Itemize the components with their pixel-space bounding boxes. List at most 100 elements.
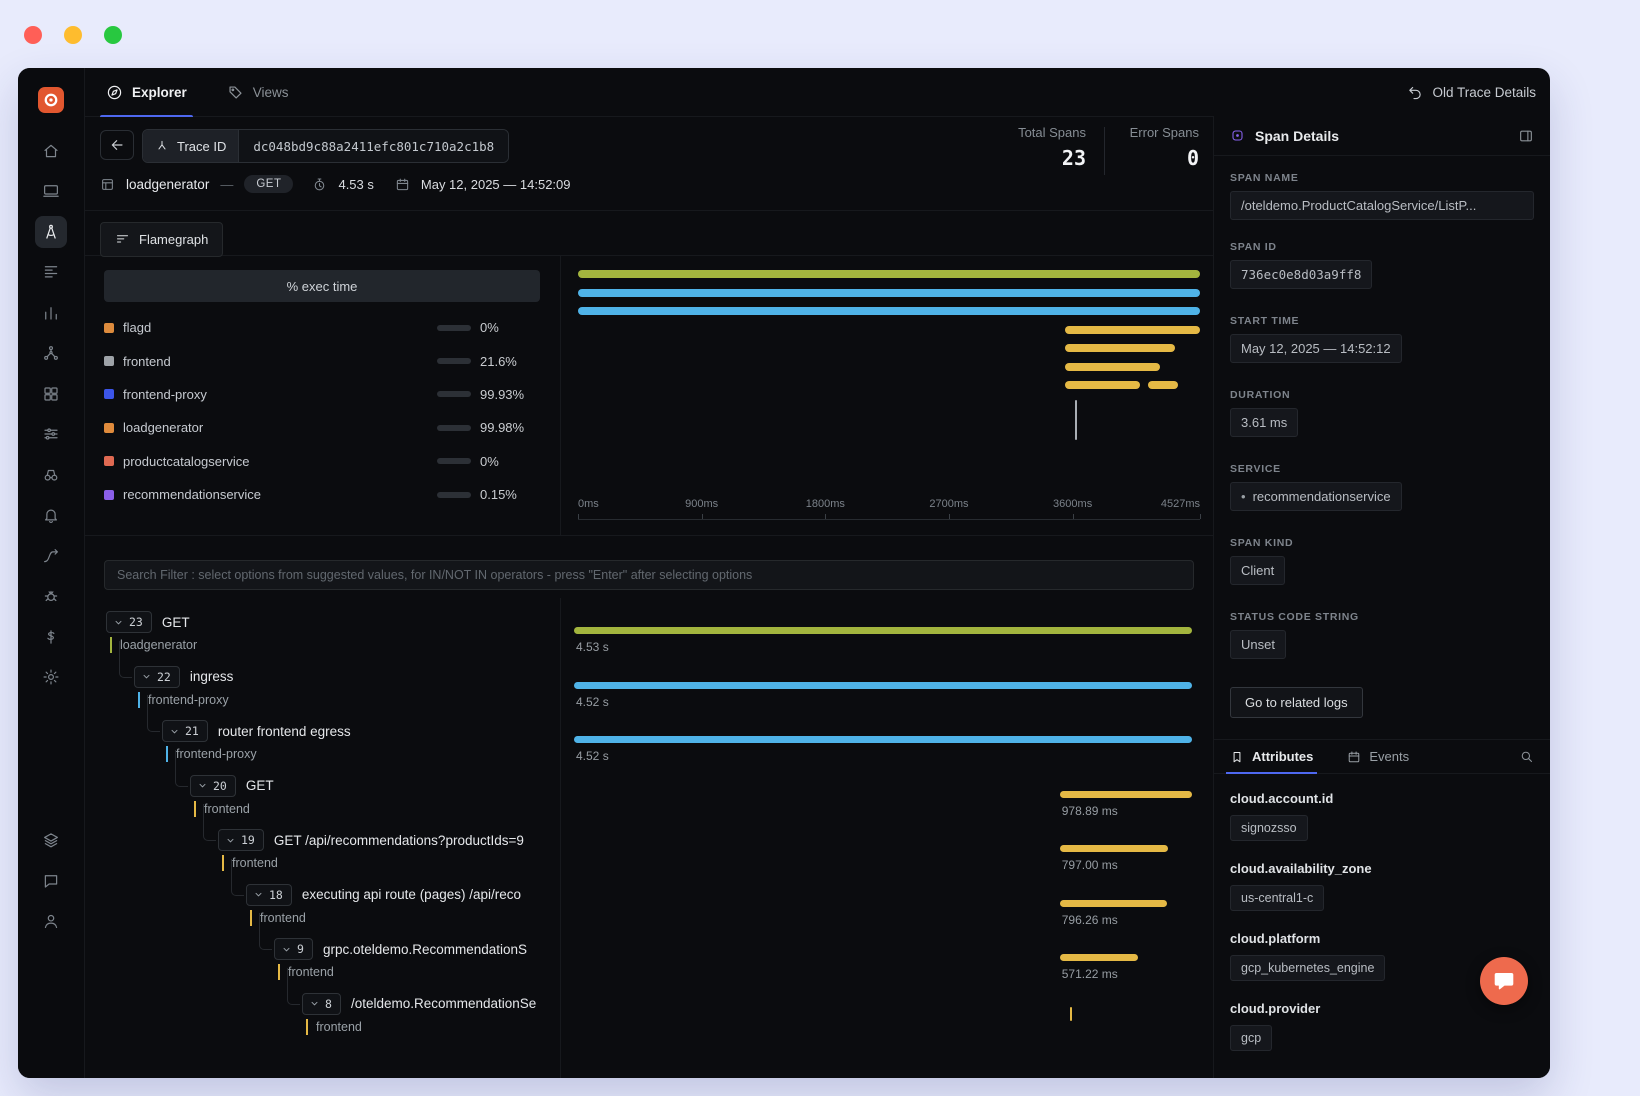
back-button[interactable]	[100, 130, 134, 160]
service-name: recommendationservice	[123, 487, 437, 502]
span-duration-bar[interactable]	[1060, 900, 1168, 907]
chat-launcher-button[interactable]	[1480, 957, 1528, 1005]
attribute-key: cloud.platform	[1230, 931, 1534, 946]
sidebar-item-metrics[interactable]	[35, 297, 67, 329]
span-duration-bar[interactable]	[1060, 954, 1138, 961]
span-expand-chip[interactable]: 19	[218, 829, 264, 851]
span-row[interactable]: 22ingress	[134, 666, 556, 688]
legend-service-recommendationservice[interactable]: recommendationservice0.15%	[104, 478, 540, 511]
span-expand-chip[interactable]: 22	[134, 666, 180, 688]
sidebar-item-account[interactable]	[35, 905, 67, 937]
search-filter-input[interactable]	[105, 568, 1193, 582]
tab-views[interactable]: Views	[227, 68, 289, 116]
exec-time-header: % exec time	[104, 270, 540, 302]
views-icon	[227, 84, 244, 101]
sidebar-item-settings[interactable]	[35, 661, 67, 693]
sidebar-item-infra-monitoring[interactable]	[35, 459, 67, 491]
flamegraph-canvas[interactable]	[578, 256, 1200, 496]
sidebar-item-logs[interactable]	[35, 256, 67, 288]
chevron-down-icon	[225, 835, 236, 846]
flamegraph-span-bar[interactable]	[1065, 344, 1175, 352]
sidebar-item-get-started[interactable]	[35, 824, 67, 856]
sidebar-item-traces[interactable]	[35, 216, 67, 248]
tab-flamegraph[interactable]: Flamegraph	[100, 222, 223, 257]
flamegraph-span-bar[interactable]	[1148, 381, 1178, 389]
span-duration-bar[interactable]	[574, 736, 1192, 743]
flamegraph-span-bar[interactable]	[578, 270, 1200, 278]
span-expand-chip[interactable]: 23	[106, 611, 152, 633]
sidebar-item-service-map[interactable]	[35, 337, 67, 369]
sidebar-item-services[interactable]	[35, 175, 67, 207]
span-expand-chip[interactable]: 18	[246, 884, 292, 906]
axis-tick-label: 4527ms	[1161, 498, 1200, 510]
legend-service-flagd[interactable]: flagd0%	[104, 311, 540, 344]
old-trace-details-label: Old Trace Details	[1432, 85, 1536, 100]
span-row[interactable]: 19GET /api/recommendations?productIds=9	[218, 829, 556, 851]
flamegraph-span-bar[interactable]	[1075, 418, 1077, 440]
legend-service-loadgenerator[interactable]: loadgenerator99.98%	[104, 411, 540, 444]
legend-service-frontend[interactable]: frontend21.6%	[104, 344, 540, 377]
tree-connector	[175, 750, 188, 787]
calendar-icon	[1347, 750, 1361, 764]
span-row[interactable]: 23GET	[106, 611, 556, 633]
attribute-value[interactable]: signozsso	[1230, 815, 1308, 841]
sidebar-item-home[interactable]	[35, 135, 67, 167]
api-monitoring-icon	[42, 547, 60, 565]
billing-icon	[42, 628, 60, 646]
old-trace-details-link[interactable]: Old Trace Details	[1407, 68, 1536, 116]
span-details-tab-events[interactable]: Events	[1347, 740, 1409, 773]
flamegraph-span-bar[interactable]	[1065, 363, 1160, 371]
attribute-value[interactable]: us-central1-c	[1230, 885, 1324, 911]
service-icon	[100, 177, 115, 192]
stopwatch-icon	[312, 177, 327, 192]
span-duration-bar[interactable]	[1060, 791, 1192, 798]
tab-explorer[interactable]: Explorer	[106, 68, 187, 116]
span-duration-label: 796.26 ms	[1062, 913, 1118, 927]
chevron-down-icon	[113, 617, 124, 628]
flamegraph-span-bar[interactable]	[578, 289, 1200, 297]
search-icon[interactable]	[1519, 749, 1534, 764]
span-expand-chip[interactable]: 8	[302, 993, 341, 1015]
panel-toggle-icon[interactable]	[1518, 128, 1534, 144]
span-row[interactable]: 20GET	[190, 775, 556, 797]
flamegraph-span-bar[interactable]	[1065, 381, 1140, 389]
sidebar-item-dashboards[interactable]	[35, 378, 67, 410]
attribute-value[interactable]: gcp	[1230, 1025, 1272, 1051]
span-expand-chip[interactable]: 9	[274, 938, 313, 960]
app-logo[interactable]	[38, 87, 64, 113]
sidebar-item-exceptions[interactable]	[35, 580, 67, 612]
span-row[interactable]: 18executing api route (pages) /api/reco	[246, 884, 556, 906]
sidebar-item-alerts[interactable]	[35, 499, 67, 531]
service-map-icon	[42, 344, 60, 362]
sidebar-item-api-monitoring[interactable]	[35, 540, 67, 572]
span-duration-bar[interactable]	[574, 627, 1192, 634]
sidebar-item-pipelines[interactable]	[35, 418, 67, 450]
span-details-tab-attributes[interactable]: Attributes	[1230, 740, 1313, 773]
trace-id-chip[interactable]: Trace ID dc048bd9c88a2411efc801c710a2c1b…	[142, 129, 509, 163]
attribute-value[interactable]: gcp_kubernetes_engine	[1230, 955, 1385, 981]
maximize-button[interactable]	[104, 26, 122, 44]
sidebar-item-billing[interactable]	[35, 621, 67, 653]
span-row[interactable]: 8/oteldemo.RecommendationSe	[302, 993, 556, 1015]
span-row[interactable]: 9grpc.oteldemo.RecommendationS	[274, 938, 556, 960]
minimize-button[interactable]	[64, 26, 82, 44]
trace-id-chip-left: Trace ID	[143, 130, 239, 162]
service-color-swatch	[104, 423, 114, 433]
legend-service-productcatalogservice[interactable]: productcatalogservice0%	[104, 445, 540, 478]
span-row[interactable]: 21router frontend egress	[162, 720, 556, 742]
tree-connector	[259, 913, 272, 950]
span-duration-bar[interactable]	[1060, 845, 1168, 852]
flamegraph-span-bar[interactable]	[1065, 326, 1200, 334]
trace-meta: loadgenerator — GET 4.53 s May 12, 2025 …	[100, 171, 571, 197]
axis-tick-label: 2700ms	[929, 498, 968, 510]
sidebar-item-support[interactable]	[35, 865, 67, 897]
field-label: SPAN ID	[1230, 241, 1534, 253]
span-duration-bar[interactable]	[1070, 1007, 1072, 1021]
legend-service-frontend-proxy[interactable]: frontend-proxy99.93%	[104, 378, 540, 411]
close-button[interactable]	[24, 26, 42, 44]
span-expand-chip[interactable]: 21	[162, 720, 208, 742]
span-expand-chip[interactable]: 20	[190, 775, 236, 797]
flamegraph-span-bar[interactable]	[578, 307, 1200, 315]
span-duration-bar[interactable]	[574, 682, 1192, 689]
go-to-related-logs-button[interactable]: Go to related logs	[1230, 687, 1363, 718]
